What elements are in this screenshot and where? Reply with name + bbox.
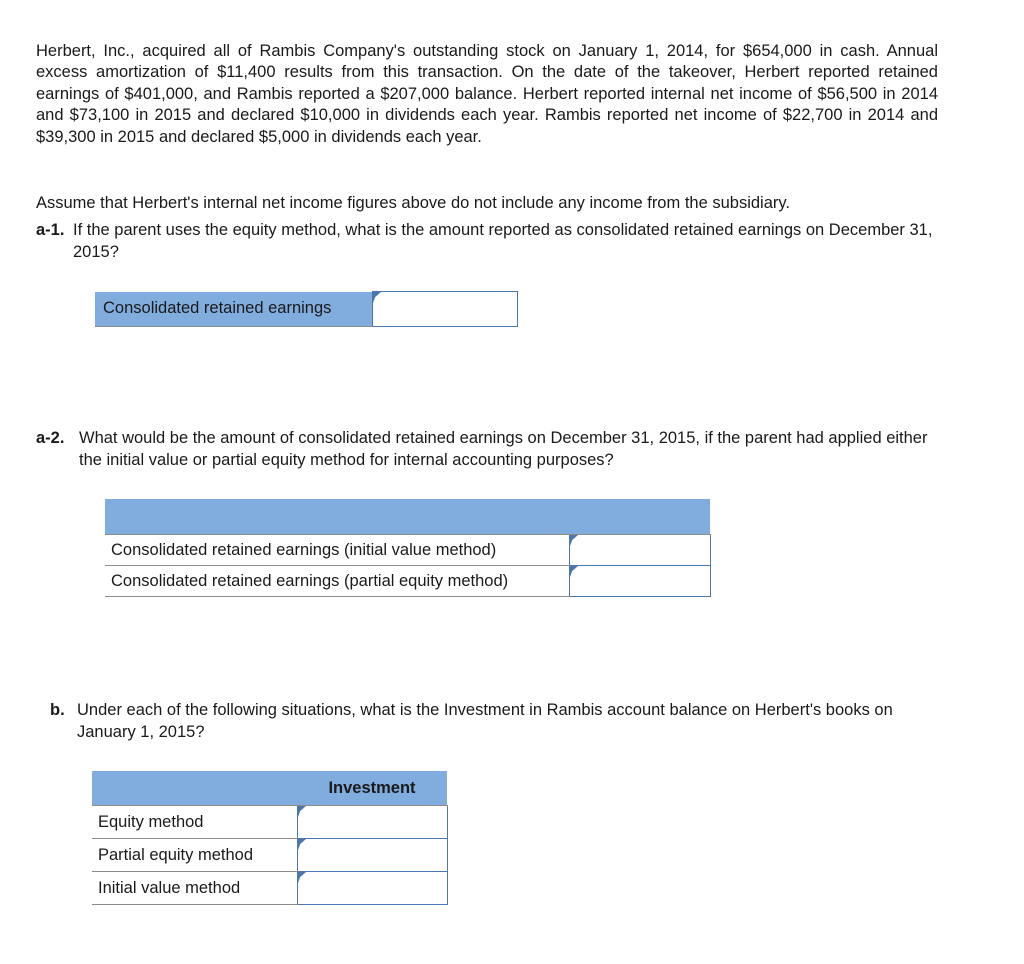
- table-row: Partial equity method: [92, 838, 448, 872]
- initial-value-method-investment-input[interactable]: [297, 872, 447, 904]
- table-row: Initial value method: [92, 871, 448, 905]
- triangle-marker-icon: [569, 535, 578, 546]
- worksheet-page: Herbert, Inc., acquired all of Rambis Co…: [0, 0, 1024, 964]
- table-row: Consolidated retained earnings (initial …: [105, 534, 711, 566]
- table-row: Consolidated retained earnings: [95, 291, 518, 327]
- answer-table-b: Investment Equity method Partial equity …: [92, 771, 448, 905]
- table-a2-header-row: [105, 499, 710, 535]
- table-b-header-blank: [92, 771, 297, 806]
- question-b-label: b.: [50, 701, 65, 719]
- partial-equity-method-input[interactable]: [569, 566, 710, 596]
- question-a1: a-1. If the parent uses the equity metho…: [36, 220, 941, 263]
- assumption-text: Assume that Herbert's internal net incom…: [36, 193, 790, 212]
- triangle-marker-icon: [297, 839, 306, 850]
- table-b-input-cell-partial-equity-method[interactable]: [296, 838, 448, 872]
- table-row: Consolidated retained earnings (partial …: [105, 565, 711, 597]
- table-a1-input-cell[interactable]: [371, 291, 518, 327]
- triangle-marker-icon: [372, 292, 381, 303]
- table-b-header-row: Investment: [92, 771, 447, 806]
- triangle-marker-icon: [297, 806, 306, 817]
- partial-equity-method-investment-input[interactable]: [297, 839, 447, 871]
- table-a1-row-label: Consolidated retained earnings: [95, 291, 372, 327]
- triangle-marker-icon: [297, 872, 306, 883]
- question-a2-label: a-2.: [36, 429, 65, 447]
- answer-table-a2: Consolidated retained earnings (initial …: [105, 499, 711, 597]
- table-b-row-label-equity-method: Equity method: [92, 805, 297, 839]
- question-a1-text: If the parent uses the equity method, wh…: [73, 221, 933, 261]
- table-b-input-cell-initial-value-method[interactable]: [296, 871, 448, 905]
- table-a2-row-label-partial-equity: Consolidated retained earnings (partial …: [105, 565, 569, 597]
- intro-paragraph: Herbert, Inc., acquired all of Rambis Co…: [36, 41, 938, 146]
- question-a2-text: What would be the amount of consolidated…: [79, 429, 928, 469]
- consolidated-retained-earnings-input[interactable]: [372, 292, 517, 326]
- table-row: Equity method: [92, 805, 448, 839]
- table-a2-row-label-initial-value: Consolidated retained earnings (initial …: [105, 534, 569, 566]
- table-a2-input-cell-initial-value[interactable]: [568, 534, 711, 566]
- question-a2: a-2. What would be the amount of consoli…: [36, 428, 941, 471]
- triangle-marker-icon: [569, 566, 578, 577]
- table-b-row-label-initial-value-method: Initial value method: [92, 871, 297, 905]
- answer-table-a1: Consolidated retained earnings: [95, 291, 518, 327]
- table-b-header-investment: Investment: [297, 771, 447, 806]
- table-b-input-cell-equity-method[interactable]: [296, 805, 448, 839]
- question-a1-label: a-1.: [36, 221, 65, 239]
- table-a2-header-blank: [105, 499, 710, 535]
- table-a2-input-cell-partial-equity[interactable]: [568, 565, 711, 597]
- question-b: b. Under each of the following situation…: [50, 700, 940, 743]
- equity-method-investment-input[interactable]: [297, 806, 447, 838]
- initial-value-method-input[interactable]: [569, 535, 710, 565]
- table-b-row-label-partial-equity-method: Partial equity method: [92, 838, 297, 872]
- question-b-text: Under each of the following situations, …: [77, 701, 893, 741]
